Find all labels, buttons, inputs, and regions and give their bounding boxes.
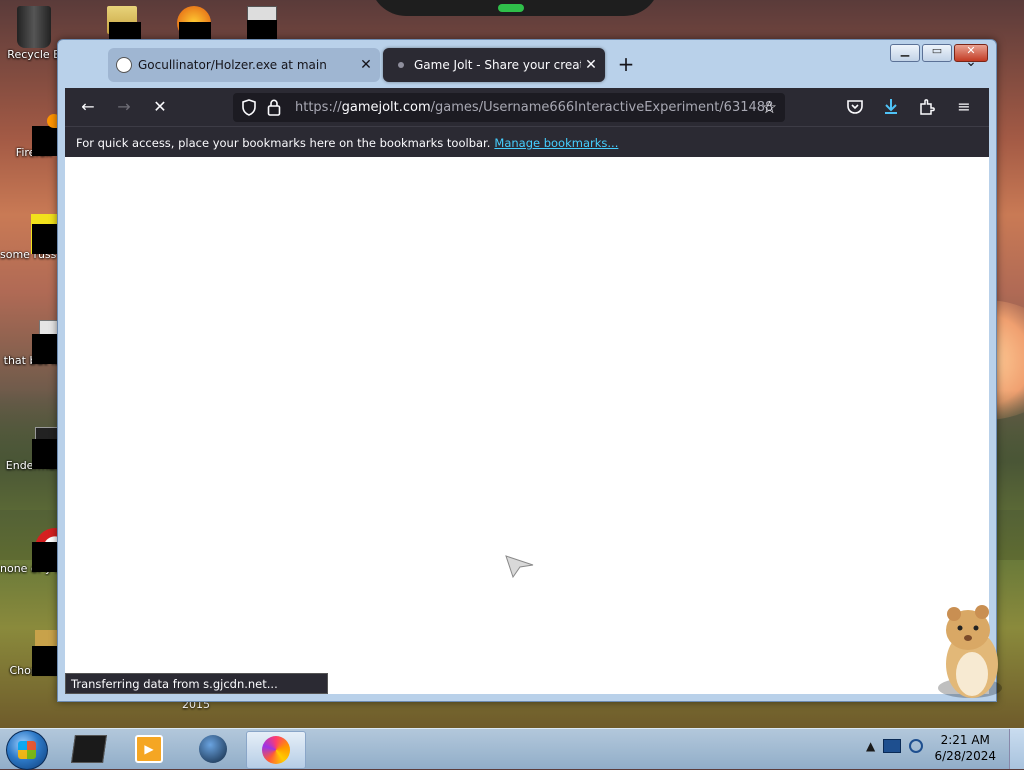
back-arrow-icon: ← [81, 97, 95, 116]
sync-icon[interactable] [909, 739, 924, 753]
desktop-icon-folder[interactable] [90, 6, 158, 42]
tab-title: Game Jolt - Share your creations [414, 58, 581, 72]
tab-strip: Gocullinator/Holzer.exe at main ✕ Game J… [108, 48, 986, 84]
taskbar-app-terminal[interactable] [60, 731, 118, 767]
tab-title: Gocullinator/Holzer.exe at main [138, 58, 327, 72]
terminal-icon [71, 735, 107, 763]
download-icon[interactable] [882, 97, 900, 116]
taskbar-app-globe[interactable] [184, 731, 242, 767]
hamburger-menu-icon: ≡ [957, 97, 971, 116]
url-bar[interactable]: https://gamejolt.com/games/Username666In… [233, 93, 785, 122]
system-clock[interactable]: 2:21 AM 6/28/2024 [934, 732, 996, 764]
mouse-cursor-icon [505, 555, 534, 579]
stop-icon: ✕ [153, 97, 167, 116]
clock-time: 2:21 AM [940, 733, 990, 747]
browser-window: ▁ ▭ ✕ Gocullinator/Holzer.exe at main ✕ … [57, 39, 997, 702]
tab-github[interactable]: Gocullinator/Holzer.exe at main ✕ [108, 48, 380, 82]
pocket-icon[interactable] [846, 98, 864, 116]
globe-icon [199, 735, 227, 763]
network-icon[interactable] [883, 739, 902, 753]
tracking-shield-icon[interactable] [241, 99, 257, 116]
media-player-icon: ▶ [135, 735, 163, 763]
bookmark-star-icon[interactable]: ☆ [762, 98, 777, 118]
hamster-gadget-icon[interactable] [930, 600, 1010, 710]
bookmarks-toolbar: For quick access, place your bookmarks h… [65, 126, 989, 157]
tab-gamejolt[interactable]: Game Jolt - Share your creations ✕ [383, 48, 605, 82]
desktop-icon-app[interactable] [160, 6, 228, 42]
navigation-toolbar: ← → ✕ https://gamejolt.com/games/Usernam… [65, 88, 989, 126]
clock-date: 6/28/2024 [934, 749, 996, 763]
tray-expand-icon[interactable]: ▲ [866, 739, 875, 753]
url-text[interactable]: https://gamejolt.com/games/Username666In… [295, 100, 773, 115]
tab-close-icon[interactable]: ✕ [581, 57, 601, 73]
start-button[interactable] [6, 730, 48, 770]
status-panel: Transferring data from s.gjcdn.net... [65, 673, 328, 694]
system-tray: ▲ [866, 739, 924, 753]
new-tab-button[interactable]: + [615, 54, 637, 76]
github-icon [116, 57, 132, 73]
taskbar-app-media-player[interactable]: ▶ [120, 731, 178, 767]
top-gadget [370, 0, 660, 16]
forward-button[interactable]: → [113, 96, 135, 118]
page-content[interactable]: Transferring data from s.gjcdn.net... [65, 157, 989, 694]
lock-icon[interactable] [267, 99, 281, 116]
taskbar-app-firefox[interactable] [246, 731, 306, 769]
manage-bookmarks-link[interactable]: Manage bookmarks... [494, 136, 618, 150]
recycle-bin-icon [17, 6, 51, 48]
extensions-icon[interactable] [918, 97, 936, 116]
list-all-tabs-button[interactable]: ⌄ [960, 54, 982, 76]
windows-logo-icon [18, 741, 36, 759]
bookmarks-message: For quick access, place your bookmarks h… [76, 136, 491, 150]
chevron-down-icon: ⌄ [965, 54, 977, 70]
menu-button[interactable]: ≡ [953, 96, 975, 118]
forward-arrow-icon: → [117, 97, 131, 116]
taskbar: ▶ ▲ 2:21 AM 6/28/2024 [0, 728, 1024, 770]
stop-button[interactable]: ✕ [149, 96, 171, 118]
loading-dot-icon [398, 62, 404, 68]
firefox-icon [262, 736, 290, 764]
tab-close-icon[interactable]: ✕ [356, 57, 376, 73]
back-button[interactable]: ← [77, 96, 99, 118]
desktop-icon-file[interactable] [230, 6, 298, 42]
show-desktop-button[interactable] [1009, 729, 1024, 769]
